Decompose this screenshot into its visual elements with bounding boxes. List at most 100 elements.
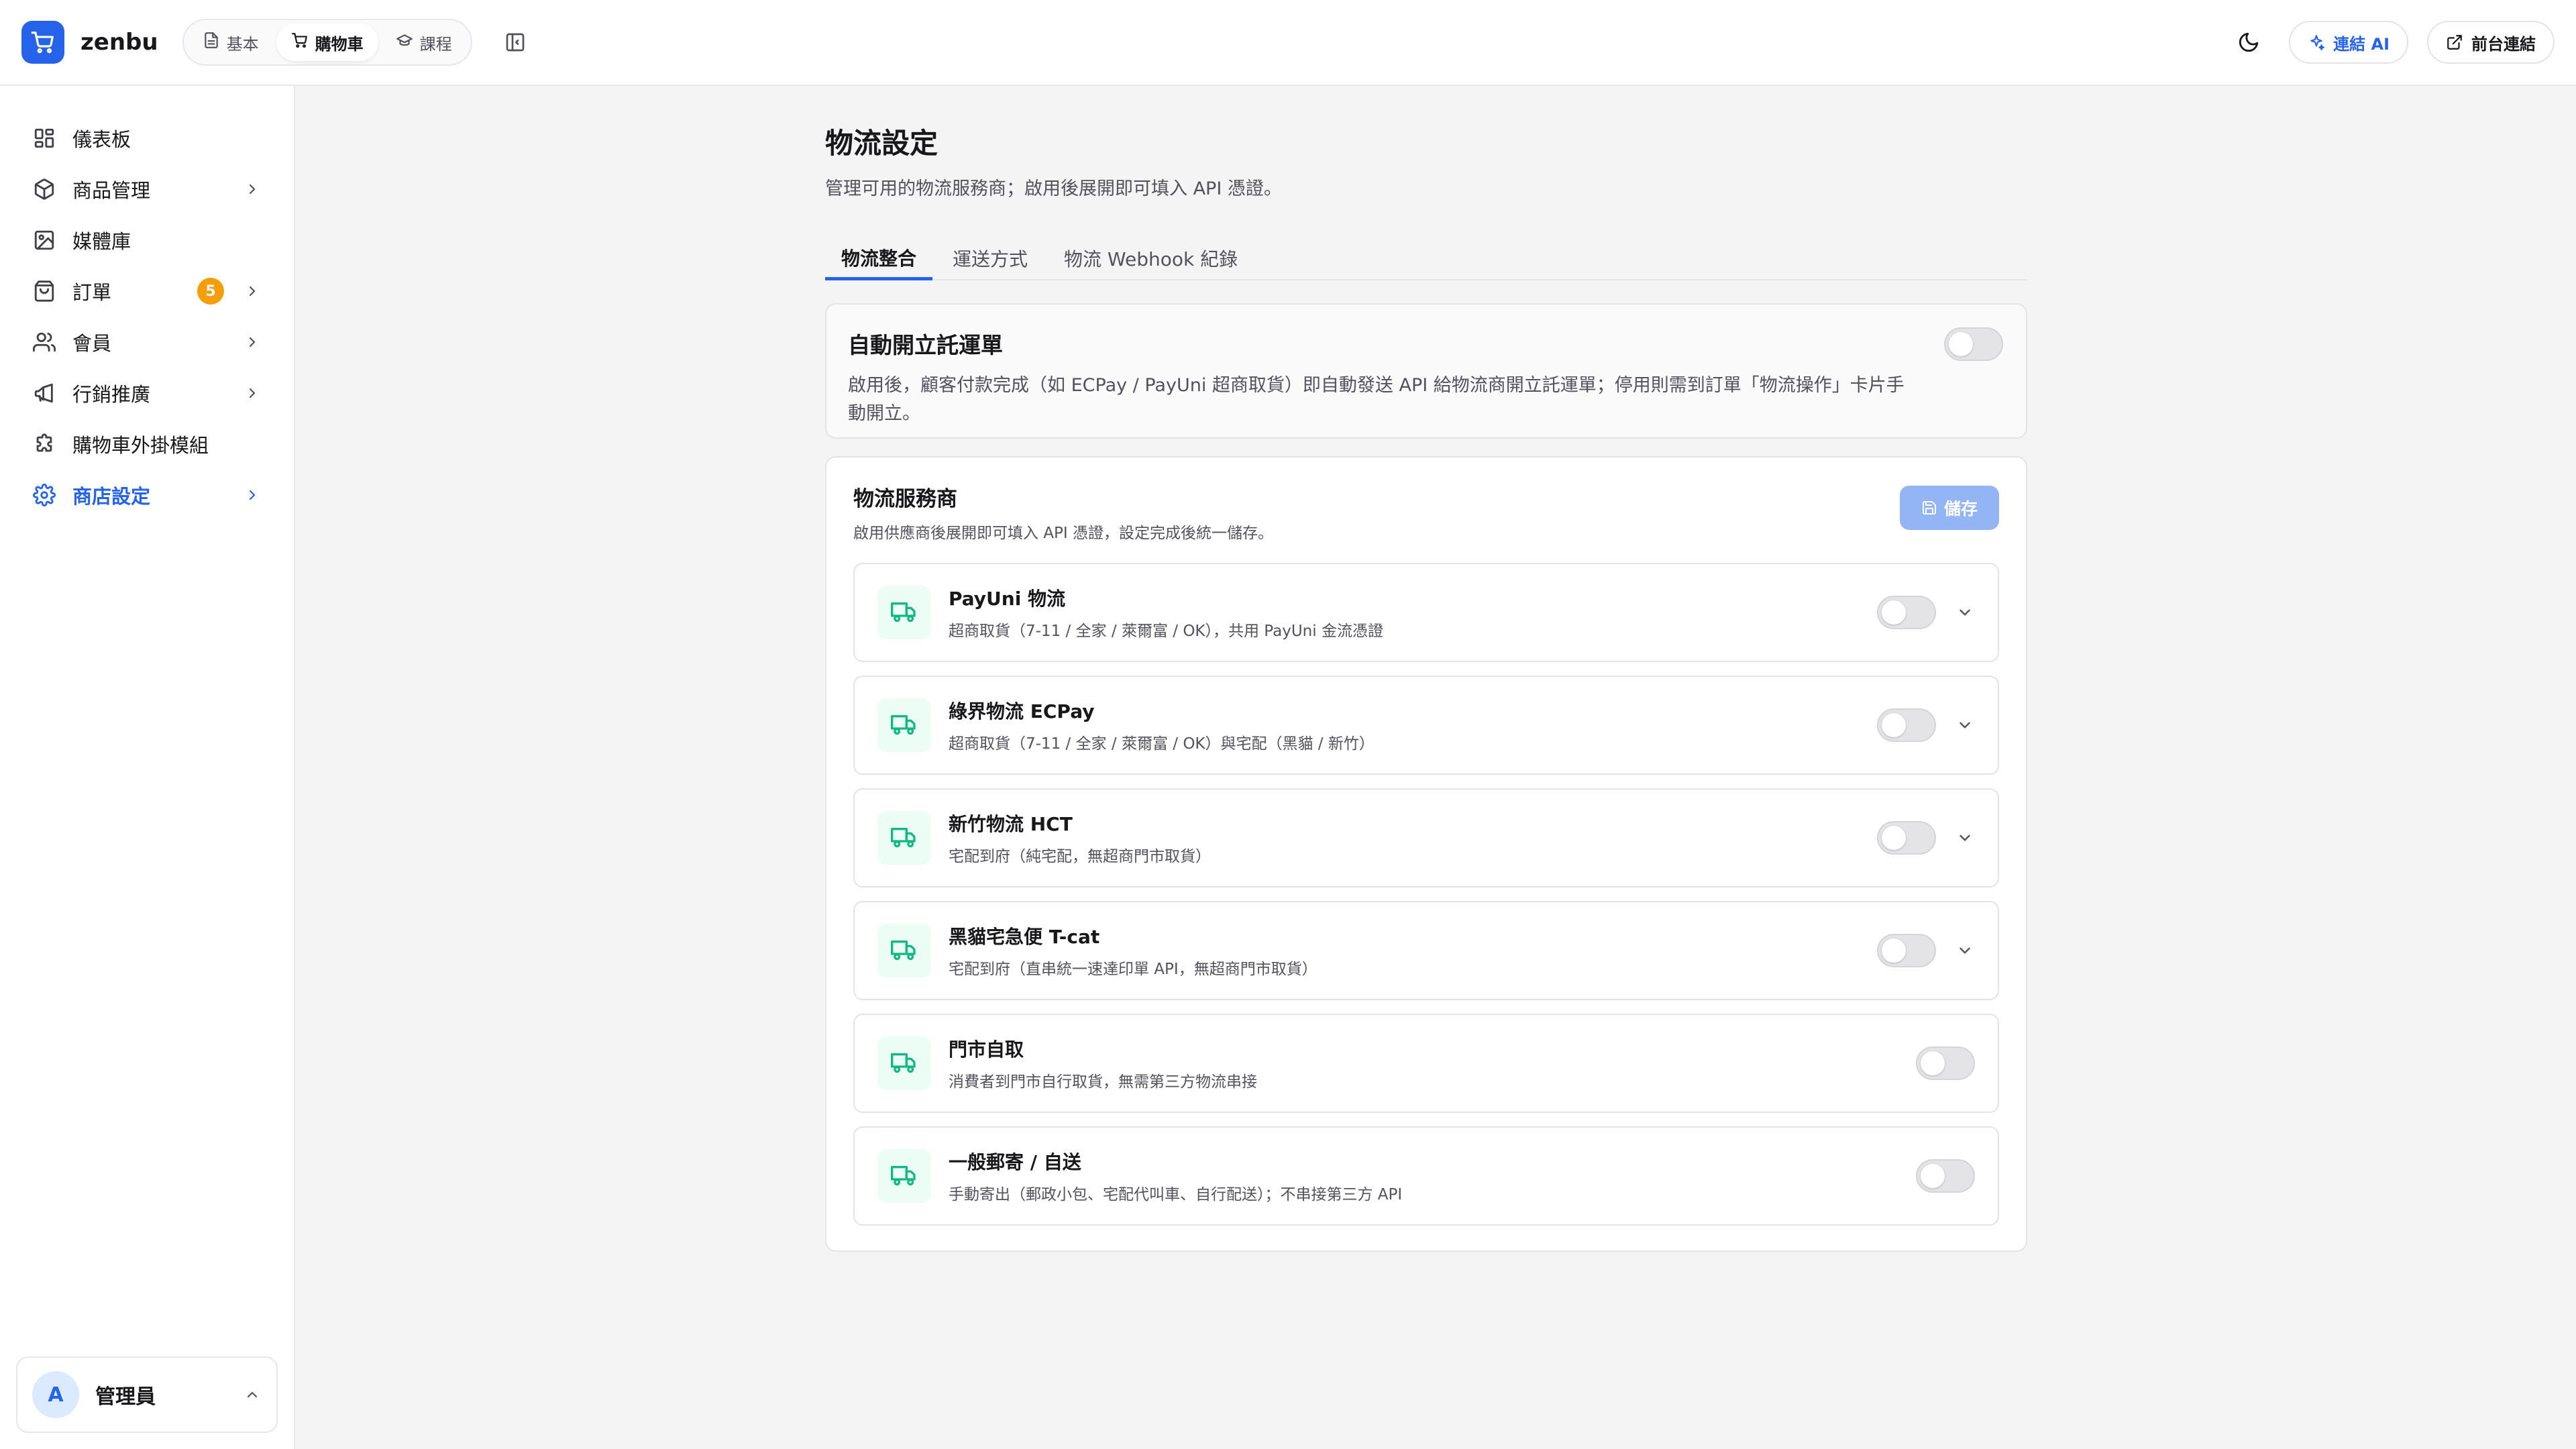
document-icon [203,32,220,53]
orders-count-badge: 5 [197,278,224,305]
chevron-down-icon[interactable] [1955,941,1975,961]
top-header: zenbu 基本 購物車 課程 連結 AI 前台連結 [0,0,2576,86]
sidebar-nav: 儀表板 商品管理 媒體庫 訂單 5 會員 行銷推廣 購物車外掛模組 商店設定 [0,86,294,521]
app-mode-switcher: 基本 購物車 課程 [182,19,472,66]
providers-desc: 啟用供應商後展開即可填入 API 憑證，設定完成後統一儲存。 [853,525,1274,542]
providers-list: PayUni 物流 超商取貨（7-11 / 全家 / 萊爾富 / OK），共用 … [853,563,1999,1226]
brand-name: zenbu [80,29,158,56]
connect-ai-button[interactable]: 連結 AI [2289,21,2408,64]
provider-store-pickup[interactable]: 門市自取 消費者到門市自行取貨，無需第三方物流串接 [853,1014,1999,1113]
toggle-knob [1882,938,1906,963]
auto-waybill-title: 自動開立託運單 [848,332,1003,358]
provider-text: PayUni 物流 超商取貨（7-11 / 全家 / 萊爾富 / OK），共用 … [949,584,1383,641]
provider-ecpay[interactable]: 綠界物流 ECPay 超商取貨（7-11 / 全家 / 萊爾富 / OK）與宅配… [853,676,1999,775]
save-button[interactable]: 儲存 [1900,486,1999,530]
sidebar: 儀表板 商品管理 媒體庫 訂單 5 會員 行銷推廣 購物車外掛模組 商店設定 A… [0,86,295,1449]
provider-text: 新竹物流 HCT 宅配到府（純宅配，無超商門市取貨） [949,810,1211,866]
provider-desc: 宅配到府（直串統一速達印單 API，無超商門市取貨） [949,961,1318,978]
provider-desc: 超商取貨（7-11 / 全家 / 萊爾富 / OK）與宅配（黑貓 / 新竹） [949,735,1375,753]
theme-toggle-button[interactable] [2227,21,2270,64]
tab-logistics-integration[interactable]: 物流整合 [825,237,933,280]
provider-desc: 宅配到府（純宅配，無超商門市取貨） [949,848,1211,865]
puzzle-icon [32,432,56,456]
segment-label: 基本 [226,34,259,54]
provider-hct[interactable]: 新竹物流 HCT 宅配到府（純宅配，無超商門市取貨） [853,788,1999,888]
provider-tcat[interactable]: 黑貓宅急便 T-cat 宅配到府（直串統一速達印單 API，無超商門市取貨） [853,901,1999,1000]
truck-icon [877,924,931,977]
app-root: zenbu 基本 購物車 課程 連結 AI 前台連結 儀表板 商品管理 媒體庫 … [0,0,2576,1449]
sidebar-item-products[interactable]: 商品管理 [0,164,294,215]
provider-toggle[interactable] [1877,934,1936,967]
auto-waybill-toggle[interactable] [1944,327,2003,361]
chevron-down-icon[interactable] [1955,602,1975,623]
provider-toggle[interactable] [1877,821,1936,855]
chevron-right-icon [243,486,262,504]
sidebar-item-store-settings[interactable]: 商店設定 [0,470,294,521]
tab-shipping-methods[interactable]: 運送方式 [936,237,1044,279]
sidebar-item-cart-plugins[interactable]: 購物車外掛模組 [0,419,294,470]
chevron-right-icon [243,180,262,199]
provider-toggle[interactable] [1877,708,1936,742]
tab-logistics-webhook-log[interactable]: 物流 Webhook 紀錄 [1048,237,1254,279]
panel-left-icon [506,33,524,52]
provider-name: PayUni 物流 [949,588,1066,610]
sidebar-toggle-button[interactable] [496,23,534,61]
segment-basic[interactable]: 基本 [188,23,274,61]
dashboard-icon [32,126,56,150]
chevron-right-icon [243,384,262,402]
external-link-icon [2447,35,2462,50]
provider-text: 門市自取 消費者到門市自行取貨，無需第三方物流串接 [949,1035,1257,1091]
provider-controls [1877,934,1975,967]
truck-icon [877,1149,931,1203]
sidebar-item-media[interactable]: 媒體庫 [0,215,294,266]
sidebar-item-label: 商店設定 [72,485,151,508]
sidebar-item-marketing[interactable]: 行銷推廣 [0,368,294,419]
moon-icon [2239,32,2259,52]
provider-manual-shipping[interactable]: 一般郵寄 / 自送 手動寄出（郵政小包、宅配代叫車、自行配送）；不串接第三方 A… [853,1126,1999,1226]
chevron-down-icon[interactable] [1955,828,1975,848]
provider-toggle[interactable] [1916,1159,1975,1193]
page-subtitle: 管理可用的物流服務商；啟用後展開即可填入 API 憑證。 [825,178,1282,199]
sidebar-item-label: 商品管理 [72,179,151,202]
brand[interactable]: zenbu [21,21,158,64]
provider-controls [1916,1046,1975,1080]
sidebar-item-dashboard[interactable]: 儀表板 [0,113,294,164]
user-menu[interactable]: A 管理員 [16,1356,278,1433]
frontend-link-label: 前台連結 [2471,34,2536,54]
provider-controls [1916,1159,1975,1193]
users-icon [32,330,56,354]
sidebar-item-label: 儀表板 [72,128,131,151]
save-label: 儲存 [1943,499,1978,519]
megaphone-icon [32,381,56,405]
sidebar-item-label: 購物車外掛模組 [72,434,209,457]
provider-text: 黑貓宅急便 T-cat 宅配到府（直串統一速達印單 API，無超商門市取貨） [949,922,1318,979]
sidebar-item-orders[interactable]: 訂單 5 [0,266,294,317]
sidebar-item-label: 媒體庫 [72,230,131,253]
toggle-knob [1921,1051,1945,1075]
segment-cart[interactable]: 購物車 [276,23,378,61]
segment-course[interactable]: 課程 [381,23,467,61]
provider-toggle[interactable] [1916,1046,1975,1080]
toggle-knob [1949,332,1973,356]
chevron-right-icon [243,282,262,301]
provider-desc: 超商取貨（7-11 / 全家 / 萊爾富 / OK），共用 PayUni 金流憑… [949,623,1383,640]
cart-icon [291,32,309,53]
provider-controls [1877,821,1975,855]
toggle-knob [1921,1164,1945,1188]
chevron-right-icon [243,333,262,352]
gear-icon [32,483,56,507]
auto-waybill-card: 自動開立託運單 啟用後，顧客付款完成（如 ECPay / PayUni 超商取貨… [825,303,2027,439]
provider-toggle[interactable] [1877,596,1936,629]
sidebar-item-members[interactable]: 會員 [0,317,294,368]
provider-desc: 消費者到門市自行取貨，無需第三方物流串接 [949,1073,1257,1091]
provider-payuni[interactable]: PayUni 物流 超商取貨（7-11 / 全家 / 萊爾富 / OK），共用 … [853,563,1999,662]
provider-name: 新竹物流 HCT [949,813,1073,835]
provider-controls [1877,708,1975,742]
provider-name: 黑貓宅急便 T-cat [949,926,1100,948]
frontend-link-button[interactable]: 前台連結 [2427,21,2555,64]
providers-header: 物流服務商 啟用供應商後展開即可填入 API 憑證，設定完成後統一儲存。 儲存 [853,482,1999,543]
cart-logo-icon [21,21,64,64]
segment-label: 課程 [419,34,452,54]
chevron-down-icon[interactable] [1955,715,1975,735]
truck-icon [877,1036,931,1090]
